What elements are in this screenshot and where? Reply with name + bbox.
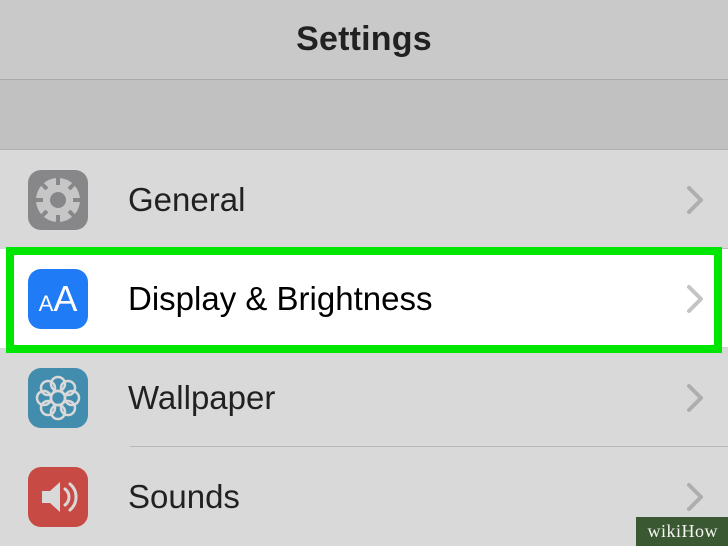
- gear-icon: [28, 170, 88, 230]
- chevron-right-icon: [686, 284, 704, 314]
- text-size-icon: AA: [28, 269, 88, 329]
- row-separator: [130, 347, 728, 348]
- row-label-display: Display & Brightness: [128, 280, 686, 318]
- settings-row-display-brightness[interactable]: AA Display & Brightness: [0, 249, 728, 348]
- settings-list: General AA Display & Brightness: [0, 150, 728, 546]
- chevron-right-icon: [686, 482, 704, 512]
- flower-icon: [28, 368, 88, 428]
- header-bar: Settings: [0, 0, 728, 80]
- wikihow-watermark: wikiHow: [636, 517, 728, 546]
- settings-row-wallpaper[interactable]: Wallpaper: [0, 348, 728, 447]
- section-spacer: [0, 80, 728, 150]
- row-label-sounds: Sounds: [128, 478, 686, 516]
- settings-row-general[interactable]: General: [0, 150, 728, 249]
- page-title: Settings: [296, 20, 432, 59]
- chevron-right-icon: [686, 383, 704, 413]
- settings-row-sounds[interactable]: Sounds: [0, 447, 728, 546]
- row-label-general: General: [128, 181, 686, 219]
- chevron-right-icon: [686, 185, 704, 215]
- row-label-wallpaper: Wallpaper: [128, 379, 686, 417]
- speaker-icon: [28, 467, 88, 527]
